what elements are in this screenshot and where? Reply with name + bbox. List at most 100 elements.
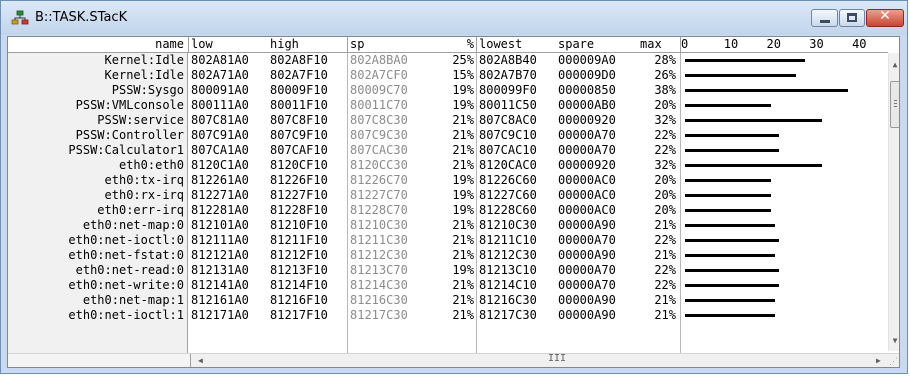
table-row[interactable]: Kernel:Idle 802A81A0 802A8F10 802A8BA0 25% 80… <box>8 53 888 68</box>
header-name[interactable]: name <box>8 37 184 52</box>
cell-spare: 00000AC0 <box>558 203 616 217</box>
horizontal-scroll-grip[interactable]: III <box>548 353 566 364</box>
cell-name: eth0:err-irq <box>97 203 184 217</box>
maximize-icon <box>847 13 857 22</box>
table-row[interactable]: eth0:rx-irq 812271A0 81227F10 81227C70 19% 81… <box>8 188 888 203</box>
max-usage-bar <box>685 269 779 272</box>
cell-name: Kernel:Idle <box>104 68 184 82</box>
cell-sp: 81214C30 <box>350 278 408 292</box>
header-low[interactable]: low <box>191 37 213 52</box>
vertical-scrollbar[interactable]: ▲ ▼ <box>888 53 899 351</box>
table-row[interactable]: PSSW:VMLconsole 800111A0 80011F10 80011C70 1… <box>8 98 888 113</box>
title-bar[interactable]: B::TASK.STacK ✕ <box>1 1 907 35</box>
cell-sp: 81210C30 <box>350 218 408 232</box>
table-row[interactable]: Kernel:Idle 802A71A0 802A7F10 802A7CF0 15% 80… <box>8 68 888 83</box>
table-row[interactable]: eth0:net-write:0 812141A0 81214F10 81214C30… <box>8 278 888 293</box>
table-row[interactable]: eth0:net-map:1 812161A0 81216F10 81216C30 21… <box>8 293 888 308</box>
cell-spare: 00000A70 <box>558 278 616 292</box>
cell-high: 81227F10 <box>270 188 328 202</box>
table-row[interactable]: eth0:eth0 8120C1A0 8120CF10 8120CC30 21% 8120… <box>8 158 888 173</box>
cell-low: 812131A0 <box>191 263 249 277</box>
cell-spare: 00000AC0 <box>558 188 616 202</box>
scale-tick: 10 <box>723 37 739 51</box>
cell-spare: 000009A0 <box>558 53 616 67</box>
max-usage-bar <box>685 164 822 167</box>
table-row[interactable]: PSSW:service 807C81A0 807C8F10 807C8C30 21% 8… <box>8 113 888 128</box>
cell-spare: 00000A90 <box>558 308 616 322</box>
close-button[interactable]: ✕ <box>866 8 904 27</box>
table-row[interactable]: eth0:net-ioctl:0 812111A0 81211F10 81211C30… <box>8 233 888 248</box>
cell-spare: 00000A90 <box>558 218 616 232</box>
cell-name: PSSW:Sysgo <box>111 83 184 97</box>
header-max[interactable]: max <box>640 37 662 52</box>
left-arrow-icon[interactable]: ◀ <box>198 354 203 367</box>
table-row[interactable]: PSSW:Calculator1 807CA1A0 807CAF10 807CAC30… <box>8 143 888 158</box>
cell-pct: 21% <box>452 218 474 232</box>
cell-name: eth0:net-write:0 <box>68 278 184 292</box>
cell-sp: 81212C30 <box>350 248 408 262</box>
cell-lowest: 81210C30 <box>479 218 537 232</box>
cell-high: 81216F10 <box>270 293 328 307</box>
window-title: B::TASK.STacK <box>35 10 128 25</box>
table-row[interactable]: eth0:net-read:0 812131A0 81213F10 81213C70 1… <box>8 263 888 278</box>
cell-name: eth0:net-ioctl:0 <box>68 233 184 247</box>
maximize-button[interactable] <box>839 9 865 27</box>
table-row[interactable]: eth0:err-irq 812281A0 81228F10 81228C70 19% 8… <box>8 203 888 218</box>
grip-line <box>894 103 897 104</box>
cell-low: 812281A0 <box>191 203 249 217</box>
header-pct[interactable]: % <box>428 37 474 52</box>
task-stack-window: B::TASK.STacK ✕ name low high sp % lowes… <box>0 0 908 374</box>
max-usage-bar <box>685 74 796 77</box>
cell-sp: 81211C30 <box>350 233 408 247</box>
cell-spare: 00000A70 <box>558 233 616 247</box>
resize-grip-icon[interactable]: ⋰ <box>889 357 898 367</box>
header-divider[interactable] <box>476 37 477 52</box>
cell-high: 81214F10 <box>270 278 328 292</box>
down-arrow-icon[interactable]: ▼ <box>889 335 899 347</box>
grip-line <box>894 106 897 107</box>
max-usage-bar <box>685 194 771 197</box>
table-row[interactable]: eth0:net-map:0 812101A0 81210F10 81210C30 21… <box>8 218 888 233</box>
max-usage-bar <box>685 224 775 227</box>
table-row[interactable]: PSSW:Controller 807C91A0 807C9F10 807C9C30 2… <box>8 128 888 143</box>
max-usage-bar <box>685 59 805 62</box>
up-arrow-icon[interactable]: ▲ <box>889 59 899 71</box>
cell-spare: 00000920 <box>558 113 616 127</box>
cell-lowest: 81213C10 <box>479 263 537 277</box>
header-lowest[interactable]: lowest <box>479 37 522 52</box>
cell-lowest: 8120CAC0 <box>479 158 537 172</box>
header-divider[interactable] <box>188 37 189 52</box>
cell-max: 22% <box>654 263 676 277</box>
header-spare[interactable]: spare <box>558 37 594 52</box>
right-arrow-icon[interactable]: ▶ <box>876 354 881 367</box>
cell-max: 21% <box>654 308 676 322</box>
cell-spare: 00000A90 <box>558 293 616 307</box>
cell-pct: 19% <box>452 98 474 112</box>
cell-max: 28% <box>654 53 676 67</box>
cell-name: eth0:net-ioctl:1 <box>68 308 184 322</box>
header-divider[interactable] <box>347 37 348 52</box>
header-high[interactable]: high <box>270 37 299 52</box>
horizontal-scrollbar[interactable]: ◀ III ▶ ⋰ <box>8 353 899 367</box>
cell-sp: 80011C70 <box>350 98 408 112</box>
cell-pct: 19% <box>452 263 474 277</box>
cell-sp: 802A7CF0 <box>350 68 408 82</box>
max-usage-bar <box>685 284 779 287</box>
vertical-scroll-thumb[interactable] <box>890 81 899 128</box>
minimize-button[interactable] <box>811 9 838 27</box>
table-row[interactable]: PSSW:Sysgo 800091A0 80009F10 80009C70 19% 800… <box>8 83 888 98</box>
max-usage-bar <box>685 314 775 317</box>
max-usage-bar <box>685 299 775 302</box>
header-sp[interactable]: sp <box>350 37 364 52</box>
cell-sp: 81213C70 <box>350 263 408 277</box>
cell-max: 32% <box>654 158 676 172</box>
cell-pct: 19% <box>452 203 474 217</box>
table-row[interactable]: eth0:net-fstat:0 812121A0 81212F10 81212C30… <box>8 248 888 263</box>
table-row[interactable]: eth0:net-ioctl:1 812171A0 81217F10 81217C30… <box>8 308 888 323</box>
cell-lowest: 802A7B70 <box>479 68 537 82</box>
cell-spare: 00000A70 <box>558 263 616 277</box>
table-row[interactable]: eth0:tx-irq 812261A0 81226F10 81226C70 19% 81… <box>8 173 888 188</box>
cell-pct: 21% <box>452 158 474 172</box>
cell-low: 812101A0 <box>191 218 249 232</box>
cell-high: 81211F10 <box>270 233 328 247</box>
